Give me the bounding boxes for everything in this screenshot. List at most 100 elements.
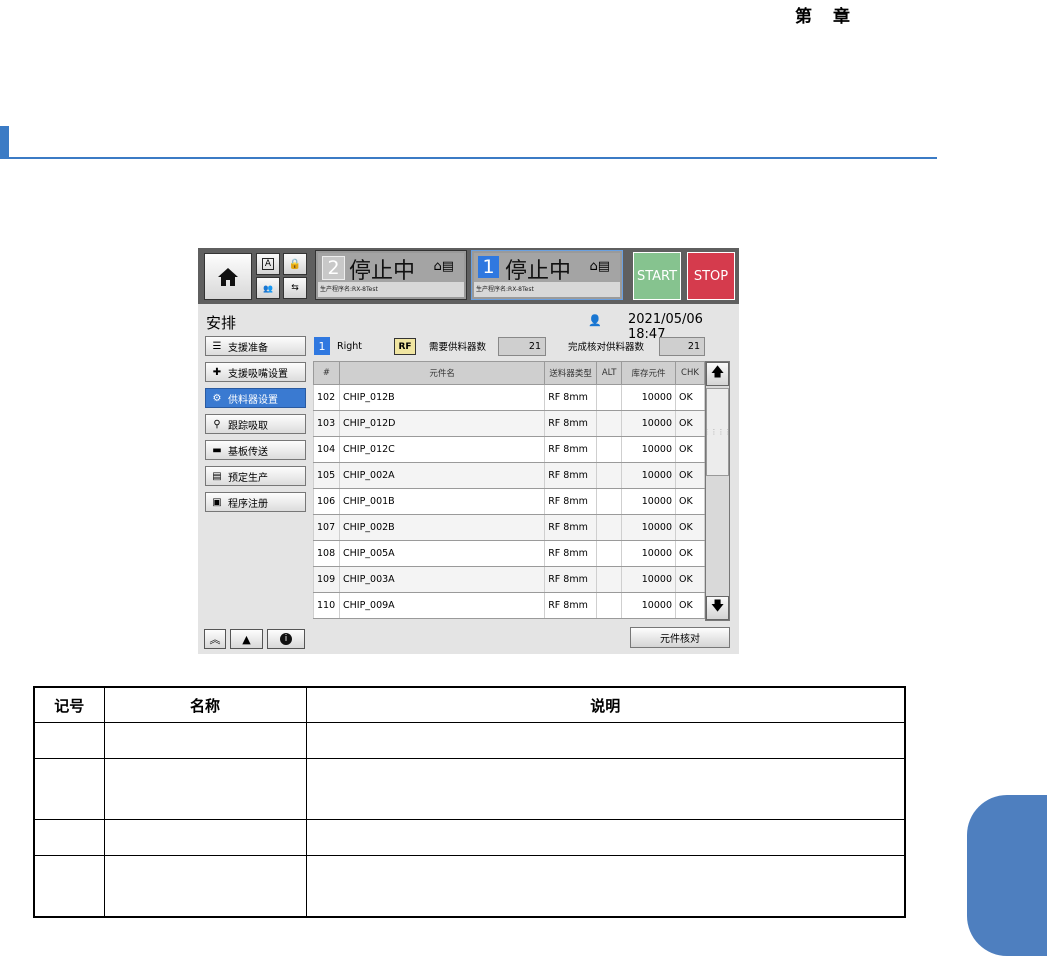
machine-clipboard-icon: ⌂▤ [589,259,610,274]
part-check-button[interactable]: 元件核对 [630,627,730,648]
lane-2-program: 生产程序名:RX-8Test [318,282,464,297]
clipboard-icon: ▤ [212,470,222,482]
legend-header-description: 说明 [305,686,906,723]
table-row[interactable]: 106 CHIP_001B RF 8mm 10000 OK [313,488,705,515]
collapse-button[interactable]: ︽ [204,629,226,649]
cell-stock: 10000 [621,566,676,593]
legend-row [33,722,906,759]
info-icon: i [280,633,292,645]
cell-alt [596,410,623,437]
cell-alt [596,592,623,619]
home-button[interactable] [204,253,252,300]
legend-header-row: 记号 名称 说明 [33,686,906,723]
table-row[interactable]: 107 CHIP_002B RF 8mm 10000 OK [313,514,705,541]
cell-alt [596,488,623,515]
cell-stock: 10000 [621,540,676,567]
table-header-row: # 元件名 送料器类型 ALT 库存元件 CHK [313,361,705,385]
stop-button[interactable]: STOP [687,252,735,300]
menu-label: 基板传送 [228,446,268,458]
warning-button[interactable]: ▲ [230,629,263,649]
nozzle-icon: ✚ [212,366,222,378]
legend-row [33,819,906,856]
lane-1-status: 停止中 [505,259,572,284]
cell-stock: 10000 [621,436,676,463]
menu-support-prep[interactable]: ☰ 支援准备 [205,336,306,356]
required-feeders-value: 21 [498,337,546,356]
menu-label: 程序注册 [228,498,268,510]
register-icon: ▣ [212,496,222,508]
scroll-up-button[interactable]: 🡅 [706,362,729,386]
cell-part-name: CHIP_012D [338,410,546,437]
scroll-down-button[interactable]: 🡇 [706,596,729,620]
menu-scheduled-production[interactable]: ▤ 预定生产 [205,466,306,486]
cell-part-name: CHIP_012C [338,436,546,463]
feeder-table: # 元件名 送料器类型 ALT 库存元件 CHK 102 CHIP_012B RF … [313,361,705,619]
arrow-down-icon: 🡇 [710,599,725,614]
cell-check: OK [675,436,705,463]
cell-stock: 10000 [621,462,676,489]
scroll-thumb[interactable]: ⋮⋮⋮⋮ [704,388,732,476]
lane-1-number: 1 [478,256,499,278]
cell-feeder-type: RF 8mm [544,592,598,619]
feeder-icon: ⚙ [212,392,222,404]
menu-feeder-setup[interactable]: ⚙ 供料器设置 [205,388,306,408]
machine-screen: A 🔒 👥 ⇆ 2 停止中 ⌂▤ 生产程序名:RX-8Test 1 停止中 ⌂▤… [198,248,739,654]
menu-nozzle-setup[interactable]: ✚ 支援吸嘴设置 [205,362,306,382]
lock-icon: 🔒 [288,258,302,270]
cell-number: 105 [313,462,340,489]
cell-number: 104 [313,436,340,463]
legend-header-symbol: 记号 [33,686,105,723]
cell-number: 102 [313,384,340,411]
table-row[interactable]: 109 CHIP_003A RF 8mm 10000 OK [313,566,705,593]
cell-check: OK [675,384,705,411]
table-scrollbar[interactable]: 🡅 ⋮⋮⋮⋮ 🡇 [704,361,732,621]
cell-alt [596,436,623,463]
users-button[interactable]: 👥 [256,277,280,299]
cell-part-name: CHIP_002A [338,462,546,489]
cell-alt [596,462,623,489]
trace-icon: ⚲ [213,418,221,430]
cell-part-name: CHIP_009A [338,592,546,619]
lane-2-panel[interactable]: 2 停止中 ⌂▤ 生产程序名:RX-8Test [315,250,467,300]
cell-part-name: CHIP_002B [338,514,546,541]
menu-board-transfer[interactable]: ▬ 基板传送 [205,440,306,460]
section-rule [9,157,937,159]
info-button[interactable]: i [267,629,305,649]
menu-program-register[interactable]: ▣ 程序注册 [205,492,306,512]
col-header-check: CHK [675,361,705,385]
table-row[interactable]: 104 CHIP_012C RF 8mm 10000 OK [313,436,705,463]
table-row[interactable]: 102 CHIP_012B RF 8mm 10000 OK [313,384,705,411]
users-icon: 👥 [263,283,273,293]
network-button[interactable]: ⇆ [283,277,307,299]
cell-number: 106 [313,488,340,515]
cell-part-name: CHIP_001B [338,488,546,515]
chapter-heading: 第 章 [795,7,852,27]
cell-number: 110 [313,592,340,619]
rf-badge: RF [394,338,416,355]
table-row[interactable]: 103 CHIP_012D RF 8mm 10000 OK [313,410,705,437]
cell-alt [596,514,623,541]
conveyor-icon: ▬ [212,444,222,456]
cell-check: OK [675,592,705,619]
table-row[interactable]: 108 CHIP_005A RF 8mm 10000 OK [313,540,705,567]
lane-2-number: 2 [322,256,345,280]
completed-feeders-value: 21 [659,337,705,356]
table-row[interactable]: 105 CHIP_002A RF 8mm 10000 OK [313,462,705,489]
checklist-icon: ☰ [212,340,222,352]
cell-check: OK [675,410,705,437]
table-row[interactable]: 110 CHIP_009A RF 8mm 10000 OK [313,592,705,619]
cell-alt [596,540,623,567]
completed-feeders-label: 完成核对供料器数 [568,342,645,353]
lane-1-panel[interactable]: 1 停止中 ⌂▤ 生产程序名:RX-8Test [471,250,623,300]
lock-button[interactable]: 🔒 [283,253,307,275]
cell-feeder-type: RF 8mm [544,514,598,541]
chapter-side-tab [967,795,1047,956]
col-header-number: # [313,361,340,385]
language-button[interactable]: A [256,253,280,275]
cell-number: 108 [313,540,340,567]
cell-feeder-type: RF 8mm [544,436,598,463]
start-button[interactable]: START [633,252,681,300]
menu-trace-pickup[interactable]: ⚲ 跟踪吸取 [205,414,306,434]
cell-part-name: CHIP_005A [338,540,546,567]
lane-2-status: 停止中 [349,259,416,284]
